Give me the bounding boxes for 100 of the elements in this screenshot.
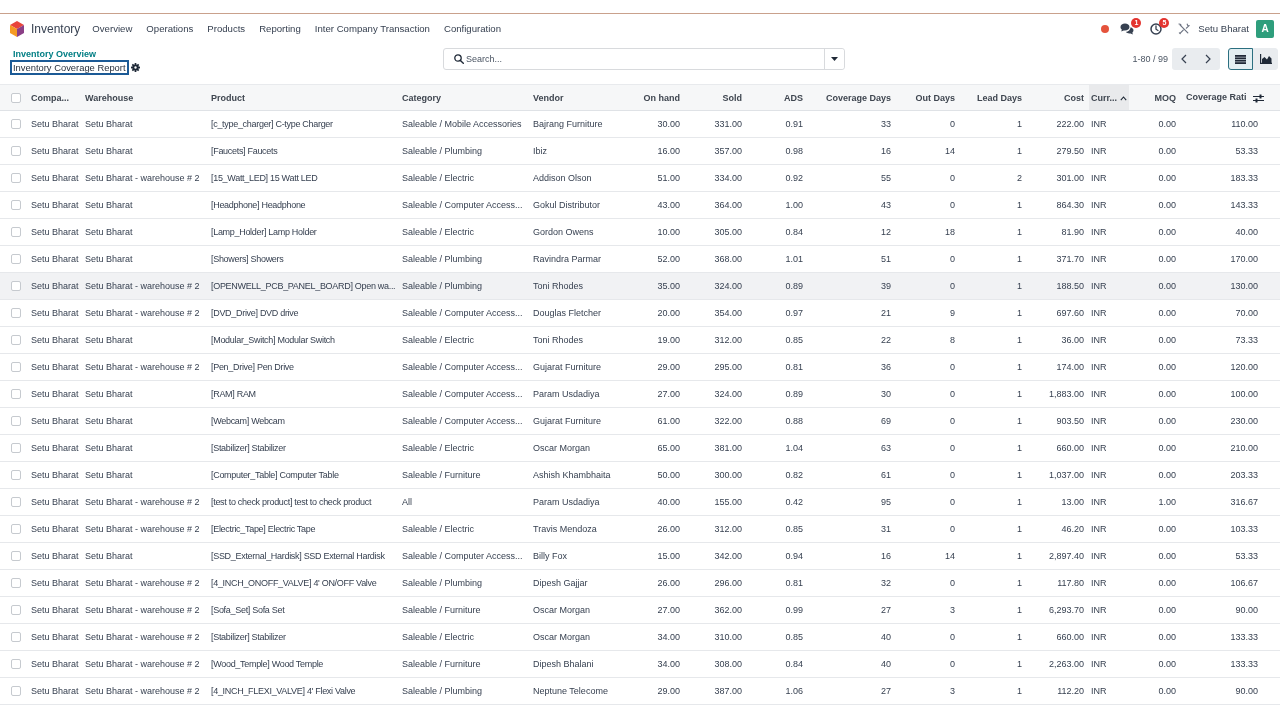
table-row[interactable]: Setu Bharat Setu Bharat [Stabilizer] Stabilizer Saleable / Electric Oscar Morgan 65.00 381.00 1.04 63 0 1 660.00 INR 0.00 210.00 — [0, 434, 1280, 462]
tools-icon[interactable] — [1178, 22, 1191, 35]
table-row[interactable]: Setu Bharat Setu Bharat - warehouse # 2 [4_INCH_ONOFF_VALVE] 4' ON/OFF Valve Saleable / Plumbing Dipesh Gajjar 26.00 296.00 0.81 32 0 1 117.80 INR 0.00 106.67 — [0, 569, 1280, 597]
clock-icon[interactable] — [1150, 22, 1163, 35]
table-cell: [Electric_Tape] Electric Tape — [206, 515, 400, 543]
column-header[interactable]: Coverage Days — [808, 84, 896, 111]
row-checkbox[interactable] — [11, 605, 21, 616]
chat-bubbles-icon[interactable] — [1120, 22, 1135, 35]
table-row[interactable]: Setu Bharat Setu Bharat - warehouse # 2 [Pen_Drive] Pen Drive Saleable / Computer Access... Gujarat Furniture 29.00 295.00 0.81 36 0 1 174.00 INR 0.00 120.00 — [0, 353, 1280, 381]
table-cell: 70.00 — [1181, 299, 1280, 327]
row-checkbox[interactable] — [11, 146, 21, 157]
row-checkbox[interactable] — [11, 443, 21, 454]
table-row[interactable]: Setu Bharat Setu Bharat - warehouse # 2 [Sofa_Set] Sofa Set Saleable / Furniture Oscar Morgan 27.00 362.00 0.99 27 3 1 6,293.70 INR 0.00 90.00 — [0, 596, 1280, 624]
column-header[interactable]: Category — [400, 84, 528, 111]
table-row[interactable]: Setu Bharat Setu Bharat - warehouse # 2 [4_INCH_FLEXI_VALVE] 4' Flexi Valve Saleable / Plumbing Neptune Telecome 29.00 387.00 1.06 27 3 1 112.20 INR 0.00 90.00 — [0, 677, 1280, 705]
table-row[interactable]: Setu Bharat Setu Bharat - warehouse # 2 [Electric_Tape] Electric Tape Saleable / Electric Travis Mendoza 26.00 312.00 0.85 31 0 1 46.20 INR 0.00 103.33 — [0, 515, 1280, 543]
table-cell: [15_Watt_LED] 15 Watt LED — [206, 164, 400, 192]
row-checkbox[interactable] — [11, 335, 21, 346]
row-checkbox[interactable] — [11, 227, 21, 238]
menu-item[interactable]: Products — [207, 23, 246, 34]
table-row[interactable]: Setu Bharat Setu Bharat [Webcam] Webcam Saleable / Computer Access... Gujarat Furniture 61.00 322.00 0.88 69 0 1 903.50 INR 0.00 230.00 — [0, 407, 1280, 435]
menu-item[interactable]: Reporting — [259, 23, 301, 34]
row-checkbox[interactable] — [11, 416, 21, 427]
table-row[interactable]: Setu Bharat Setu Bharat [RAM] RAM Saleable / Computer Access... Param Usdadiya 27.00 324.00 0.89 30 0 1 1,883.00 INR 0.00 100.00 — [0, 380, 1280, 408]
app-name[interactable]: Inventory — [31, 21, 81, 36]
row-checkbox[interactable] — [11, 254, 21, 265]
search-options-button[interactable] — [824, 49, 844, 69]
row-checkbox[interactable] — [11, 524, 21, 535]
column-header[interactable]: ADS — [747, 84, 808, 111]
table-row[interactable]: Setu Bharat Setu Bharat [Lamp_Holder] Lamp Holder Saleable / Electric Gordon Owens 10.00 305.00 0.84 12 18 1 81.90 INR 0.00 40.00 — [0, 218, 1280, 246]
row-checkbox[interactable] — [11, 119, 21, 130]
table-cell: 95 — [808, 488, 896, 516]
table-cell: 1 — [960, 137, 1027, 165]
table-row[interactable]: Setu Bharat Setu Bharat [c_type_charger] C-type Charger Saleable / Mobile Accessories Bajrang Furniture 30.00 331.00 0.91 33 0 1 222.00 INR 0.00 110.00 — [0, 110, 1280, 138]
table-cell: 1 — [960, 110, 1027, 138]
table-row[interactable]: Setu Bharat Setu Bharat [Showers] Showers Saleable / Plumbing Ravindra Parmar 52.00 368.00 1.01 51 0 1 371.70 INR 0.00 170.00 — [0, 245, 1280, 273]
row-checkbox[interactable] — [11, 281, 21, 292]
row-checkbox[interactable] — [11, 551, 21, 562]
search-field[interactable]: Search... — [443, 48, 845, 70]
gear-icon[interactable] — [130, 63, 140, 72]
menu-item[interactable]: Configuration — [443, 23, 502, 34]
table-cell: 371.70 — [1027, 245, 1089, 273]
table-cell: 0.00 — [1129, 596, 1181, 624]
row-checkbox[interactable] — [11, 497, 21, 508]
column-header[interactable]: Warehouse — [80, 84, 206, 111]
column-header[interactable]: Product — [206, 84, 400, 111]
user-name[interactable]: Setu Bharat — [1198, 23, 1249, 34]
table-cell: Saleable / Furniture — [400, 596, 528, 624]
table-cell: 1 — [960, 569, 1027, 597]
hexagon-logo-icon[interactable] — [10, 20, 24, 37]
table-row[interactable]: Setu Bharat Setu Bharat - warehouse # 2 [test to check product] test to check product All Param Usdadiya 40.00 155.00 0.42 95 0 1 13.00 INR 1.00 316.67 — [0, 488, 1280, 516]
table-cell: 387.00 — [685, 677, 747, 705]
column-header[interactable]: Compa... — [26, 84, 80, 111]
column-header[interactable]: Curr... — [1089, 84, 1129, 111]
table-row[interactable]: Setu Bharat Setu Bharat [Headphone] Headphone Saleable / Computer Access... Gokul Distributor 43.00 364.00 1.00 43 0 1 864.30 INR 0.00 143.33 — [0, 191, 1280, 219]
column-header[interactable]: Out Days — [896, 84, 960, 111]
row-checkbox[interactable] — [11, 173, 21, 184]
row-checkbox[interactable] — [11, 578, 21, 589]
menu-item[interactable]: Operations — [146, 23, 194, 34]
table-row[interactable]: Setu Bharat Setu Bharat - warehouse # 2 [DVD_Drive] DVD drive Saleable / Computer Access... Douglas Fletcher 20.00 354.00 0.97 21 9 1 697.60 INR 0.00 70.00 — [0, 299, 1280, 327]
sliders-icon[interactable] — [1252, 93, 1264, 103]
table-row[interactable]: Setu Bharat Setu Bharat - warehouse # 2 [Wood_Temple] Wood Temple Saleable / Furniture Dipesh Bhalani 34.00 308.00 0.84 40 0 1 2,263.00 INR 0.00 133.33 — [0, 650, 1280, 678]
table-row[interactable]: Setu Bharat Setu Bharat [Modular_Switch] Modular Switch Saleable / Electric Toni Rhodes 19.00 312.00 0.85 22 8 1 36.00 INR 0.00 73.33 — [0, 326, 1280, 354]
row-checkbox[interactable] — [11, 389, 21, 400]
menu-item[interactable]: Overview — [92, 23, 133, 34]
table-cell: 61 — [808, 461, 896, 489]
row-checkbox[interactable] — [11, 686, 21, 697]
table-row[interactable]: Setu Bharat Setu Bharat [SSD_External_Hardisk] SSD External Hardisk Saleable / Computer Access... Billy Fox 15.00 342.00 0.94 16 14 1 2,897.40 INR 0.00 53.33 — [0, 542, 1280, 570]
menu-item[interactable]: Inter Company Transaction — [314, 23, 430, 34]
pager-value[interactable]: 1-80 / 99 — [1132, 54, 1168, 64]
row-checkbox[interactable] — [11, 659, 21, 670]
table-cell: 1 — [960, 623, 1027, 651]
column-header[interactable]: MOQ — [1129, 84, 1181, 111]
table-cell: INR — [1089, 623, 1129, 651]
column-header[interactable]: Coverage Rati — [1181, 84, 1280, 111]
table-row[interactable]: Setu Bharat Setu Bharat [Faucets] Faucets Saleable / Plumbing Ibiz 16.00 357.00 0.98 16 14 1 279.50 INR 0.00 53.33 — [0, 137, 1280, 165]
previous-page-button[interactable] — [1172, 48, 1196, 70]
select-all-checkbox[interactable] — [11, 92, 21, 103]
row-checkbox[interactable] — [11, 362, 21, 373]
breadcrumb-link[interactable]: Inventory Overview — [10, 49, 97, 60]
column-header[interactable]: On hand — [620, 84, 685, 111]
column-header[interactable]: Sold — [685, 84, 747, 111]
row-checkbox[interactable] — [11, 470, 21, 481]
table-cell: 0.89 — [747, 272, 808, 300]
table-row[interactable]: Setu Bharat Setu Bharat [Computer_Table] Computer Table Saleable / Furniture Ashish Khambhaita 50.00 300.00 0.82 61 0 1 1,037.00 INR 0.00 203.33 — [0, 461, 1280, 489]
column-header[interactable]: Lead Days — [960, 84, 1027, 111]
row-checkbox[interactable] — [11, 308, 21, 319]
table-row[interactable]: Setu Bharat Setu Bharat - warehouse # 2 [Stabilizer] Stabilizer Saleable / Electric Oscar Morgan 34.00 310.00 0.85 40 0 1 660.00 INR 0.00 133.33 — [0, 623, 1280, 651]
table-cell: 0 — [896, 191, 960, 219]
table-row[interactable]: Setu Bharat Setu Bharat - warehouse # 2 [OPENWELL_PCB_PANEL_BOARD] Open wa... Saleable / Plumbing Toni Rhodes 35.00 324.00 0.89 39 0 1 188.50 INR 0.00 130.00 — [0, 272, 1280, 300]
table-cell: Addison Olson — [528, 164, 620, 192]
table-row[interactable]: Setu Bharat Setu Bharat - warehouse # 2 [15_Watt_LED] 15 Watt LED Saleable / Electric Addison Olson 51.00 334.00 0.92 55 0 2 301.00 INR 0.00 183.33 — [0, 164, 1280, 192]
list-view-button[interactable] — [1228, 48, 1253, 70]
next-page-button[interactable] — [1196, 48, 1220, 70]
table-cell: 0.81 — [747, 353, 808, 381]
graph-view-button[interactable] — [1253, 48, 1278, 70]
row-checkbox[interactable] — [11, 632, 21, 643]
table-cell: Saleable / Plumbing — [400, 272, 528, 300]
column-header[interactable]: Vendor — [528, 84, 620, 111]
row-checkbox[interactable] — [11, 200, 21, 211]
